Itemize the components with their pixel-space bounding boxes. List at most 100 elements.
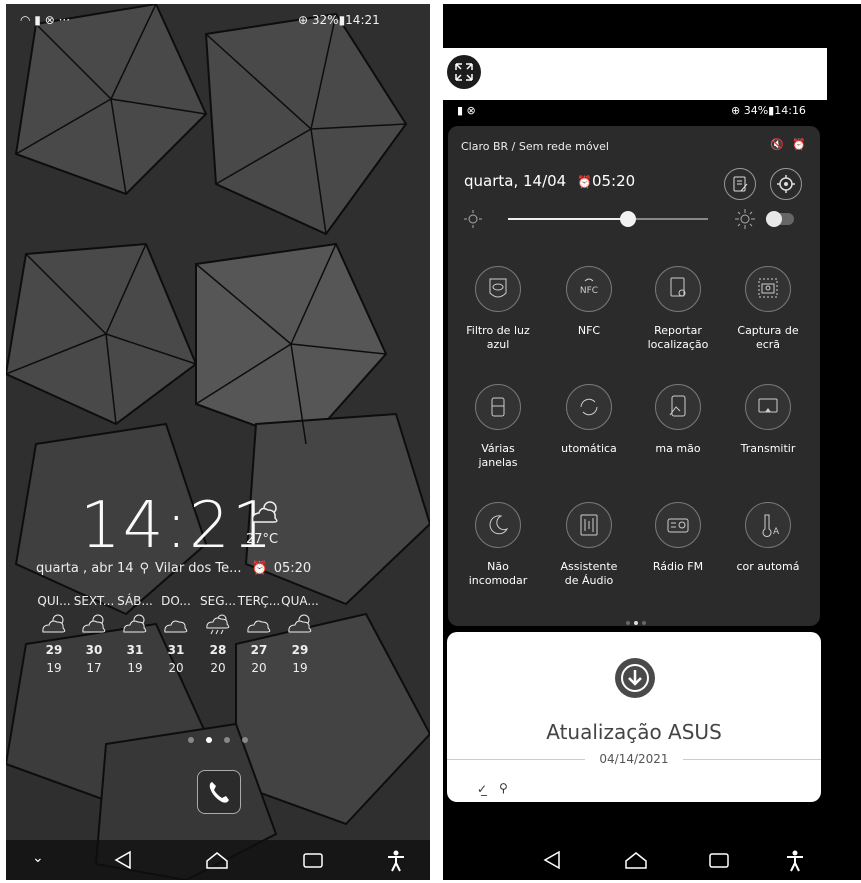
carrier-text: Claro BR / Sem rede móvel (461, 140, 609, 153)
cloud-icon (247, 620, 271, 633)
report-location-icon (655, 266, 701, 312)
accessibility-icon[interactable] (785, 850, 805, 872)
forecast-high: 29 (291, 643, 309, 657)
forecast-day[interactable]: SÁB... 31 19 (113, 594, 157, 675)
location-pin-icon: ⚲ (139, 561, 150, 576)
forecast-high: 27 (250, 643, 268, 657)
page-dot (224, 737, 230, 743)
tile-blue-light-filter[interactable]: Filtro de luz azul (456, 266, 540, 352)
auto-rotate-icon (566, 384, 612, 430)
gear-icon (777, 175, 795, 193)
battery-percent: 34% (743, 104, 769, 117)
status-bar-right: ⊕ 32%▮14:21 (298, 13, 380, 27)
location-text: Vilar dos Te... (155, 561, 242, 576)
status-icons-left: ▮ ⊗ (457, 104, 476, 117)
forecast-day[interactable]: QUI... 29 19 (32, 594, 76, 675)
date-location-line[interactable]: quarta , abr 14 ⚲ Vilar dos Te... ⏰ 05:20 (36, 561, 416, 576)
update-notification-card[interactable]: Atualização ASUS 04/14/2021 ✓̲ ⚲ (447, 632, 821, 802)
tile-label: NFC (577, 324, 601, 337)
page-dot (188, 737, 194, 743)
tile-one-hand-mode[interactable]: ma mão (636, 384, 720, 456)
forecast-day-label: TERÇ... (237, 594, 281, 608)
date-alarm-line[interactable]: quarta, 14/04 ⏰05:20 (464, 172, 635, 190)
brightness-knob[interactable] (620, 211, 636, 227)
partly-cloudy-icon (123, 614, 147, 633)
recent-apps-icon[interactable] (707, 850, 731, 870)
accessibility-icon[interactable] (386, 850, 406, 872)
forecast-day[interactable]: SEXT... 30 17 (72, 594, 116, 675)
tile-label: cor automá (736, 560, 800, 573)
forecast-low: 20 (168, 661, 184, 675)
chevron-down-icon[interactable]: ⌄ (32, 850, 44, 866)
location-pin-icon[interactable]: ⚲ (499, 781, 508, 795)
tile-screenshot[interactable]: Captura de ecrã (726, 266, 810, 352)
forecast-day[interactable]: DO... 31 20 (154, 594, 198, 675)
edit-button[interactable] (724, 168, 756, 200)
update-icon (615, 658, 655, 698)
home-icon[interactable] (204, 850, 230, 870)
phone-app-button[interactable] (197, 770, 241, 814)
forecast-low: 19 (292, 661, 308, 675)
notification-title: Atualização ASUS (546, 720, 722, 744)
edit-icon (733, 176, 748, 192)
tile-label: Assistente de Áudio (560, 560, 618, 587)
tile-report-location[interactable]: Reportar localização (636, 266, 720, 352)
forecast-day[interactable]: SEG... 28 20 (196, 594, 240, 675)
alarm-clock-icon: ⏰ (577, 175, 592, 189)
page-indicator (182, 728, 254, 747)
forecast-low: 19 (46, 661, 62, 675)
forecast-low: 19 (127, 661, 143, 675)
brightness-fill (508, 218, 628, 220)
radio-icon (655, 502, 701, 548)
tile-auto-rotate[interactable]: utomática (547, 384, 631, 456)
forecast-day-label: DO... (161, 594, 191, 608)
settings-button[interactable] (770, 168, 802, 200)
back-icon[interactable] (112, 850, 134, 870)
temperature: 27°C (246, 532, 279, 547)
date-text: quarta, 14/04 (464, 172, 567, 190)
navigation-bar: ⌄ (6, 840, 430, 880)
forecast-day[interactable]: QUA... 29 19 (278, 594, 322, 675)
clock-widget[interactable]: 14:21 (80, 489, 274, 563)
brightness-slider[interactable] (508, 211, 708, 227)
status-right: ⊕ 34%▮14:16 (731, 104, 806, 117)
navigation-bar (443, 840, 861, 880)
forecast-low: 20 (251, 661, 267, 675)
rain-cloud-icon (206, 614, 230, 635)
forecast-day[interactable]: TERÇ... 27 20 (237, 594, 281, 675)
moon-icon (475, 502, 521, 548)
tile-multi-window[interactable]: Várias janelas (456, 384, 540, 470)
tile-audio-wizard[interactable]: Assistente de Áudio (547, 502, 631, 588)
tile-nfc[interactable]: NFC NFC (547, 266, 631, 338)
tile-auto-color[interactable]: A cor automá (726, 502, 810, 574)
forecast-day-label: QUI... (37, 594, 71, 608)
forecast-day-label: SEXT... (73, 594, 115, 608)
tile-label: Transmitir (740, 442, 796, 455)
expand-button[interactable] (447, 55, 481, 89)
home-icon[interactable] (623, 850, 649, 870)
panel-page-indicator (624, 610, 648, 629)
alarm-clock-icon: ⏰ (251, 561, 268, 576)
page-dot (242, 737, 248, 743)
checklist-icon[interactable]: ✓̲ (477, 782, 487, 796)
status-icons-left: ◠ ▮ ⊗ ··· (20, 13, 71, 27)
page-dot-active (206, 737, 212, 743)
page-dot (626, 621, 630, 625)
brightness-auto-icon (735, 209, 755, 229)
multi-window-icon (475, 384, 521, 430)
back-icon[interactable] (541, 850, 563, 870)
tile-fm-radio[interactable]: Rádio FM (636, 502, 720, 574)
notification-date: 04/14/2021 (585, 752, 683, 766)
nfc-icon: NFC (566, 266, 612, 312)
svg-text:NFC: NFC (580, 286, 598, 296)
tile-do-not-disturb[interactable]: Não incomodar (456, 502, 540, 588)
recent-apps-icon[interactable] (301, 850, 325, 870)
tile-cast[interactable]: Transmitir (726, 384, 810, 456)
forecast-low: 20 (210, 661, 226, 675)
alarm-icon: ⏰ (792, 138, 806, 151)
data-saver-icon: ⊕ (731, 104, 741, 117)
tile-label: Rádio FM (652, 560, 704, 573)
battery-percent: 32% (311, 13, 339, 27)
tile-label: Filtro de luz azul (466, 324, 530, 351)
auto-brightness-toggle[interactable] (766, 211, 794, 227)
